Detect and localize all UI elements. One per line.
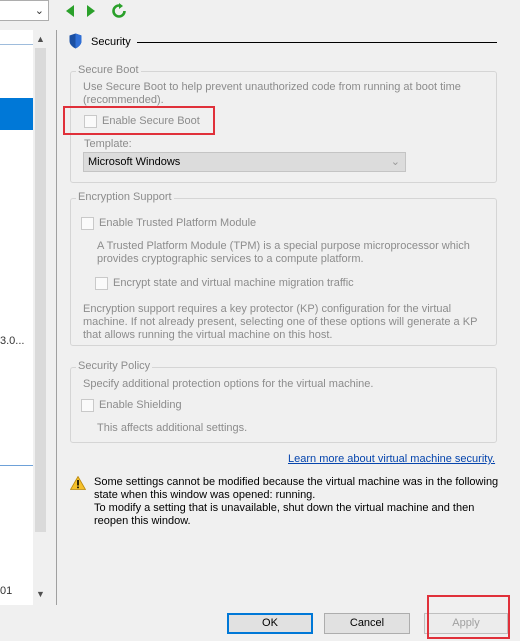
tpm-checkbox-label[interactable]: Enable Trusted Platform Module xyxy=(99,217,256,229)
list-item-text[interactable]: 3.0... xyxy=(0,335,24,347)
encrypt-traffic-checkbox[interactable] xyxy=(95,277,108,290)
tpm-description: A Trusted Platform Module (TPM) is a spe… xyxy=(97,240,470,265)
warning-text: Some settings cannot be modified because… xyxy=(94,476,499,528)
warning-line-2: To modify a setting that is unavailable,… xyxy=(94,502,475,527)
template-select[interactable]: Microsoft Windows ⌄ xyxy=(83,152,406,172)
section-title: Security xyxy=(91,36,131,48)
hardware-dropdown[interactable]: ⌄ xyxy=(0,0,49,21)
template-select-value: Microsoft Windows xyxy=(88,156,181,168)
encryption-group-label: Encryption Support xyxy=(76,191,174,203)
forward-arrow-icon[interactable] xyxy=(83,3,99,19)
ok-button[interactable]: OK xyxy=(227,613,313,634)
scroll-down-icon[interactable]: ▼ xyxy=(35,589,46,599)
tpm-checkbox[interactable] xyxy=(81,217,94,230)
back-arrow-icon[interactable] xyxy=(62,3,78,19)
refresh-icon[interactable] xyxy=(111,3,127,19)
chevron-down-icon: ⌄ xyxy=(34,5,44,17)
section-divider xyxy=(137,42,497,43)
secure-boot-group-label: Secure Boot xyxy=(76,64,141,76)
shielding-note: This affects additional settings. xyxy=(97,422,248,434)
shielding-checkbox[interactable] xyxy=(81,399,94,412)
secure-boot-checkbox-label[interactable]: Enable Secure Boot xyxy=(102,115,200,127)
list-divider xyxy=(0,465,33,466)
list-divider xyxy=(0,44,33,45)
shielding-checkbox-label[interactable]: Enable Shielding xyxy=(99,399,182,411)
selected-list-item[interactable] xyxy=(0,98,33,130)
chevron-down-icon: ⌄ xyxy=(390,156,400,168)
highlight-box xyxy=(427,595,510,639)
shield-icon xyxy=(69,33,82,49)
list-item-text[interactable]: 01 xyxy=(0,585,12,597)
template-label: Template: xyxy=(84,138,132,150)
scrollbar-thumb[interactable] xyxy=(35,48,46,532)
warning-icon xyxy=(70,476,86,490)
toolbar: ⌄ xyxy=(0,0,520,22)
secure-boot-checkbox[interactable] xyxy=(84,115,97,128)
learn-more-link[interactable]: Learn more about virtual machine securit… xyxy=(288,453,495,465)
warning-line-1: Some settings cannot be modified because… xyxy=(94,476,499,501)
encrypt-traffic-label[interactable]: Encrypt state and virtual machine migrat… xyxy=(113,277,354,289)
security-policy-group-label: Security Policy xyxy=(76,360,153,372)
secure-boot-description: Use Secure Boot to help prevent unauthor… xyxy=(83,81,461,106)
cancel-button[interactable]: Cancel xyxy=(324,613,410,634)
encryption-note: Encryption support requires a key protec… xyxy=(83,303,478,341)
scroll-up-icon[interactable]: ▲ xyxy=(35,34,46,44)
security-policy-description: Specify additional protection options fo… xyxy=(83,378,374,390)
